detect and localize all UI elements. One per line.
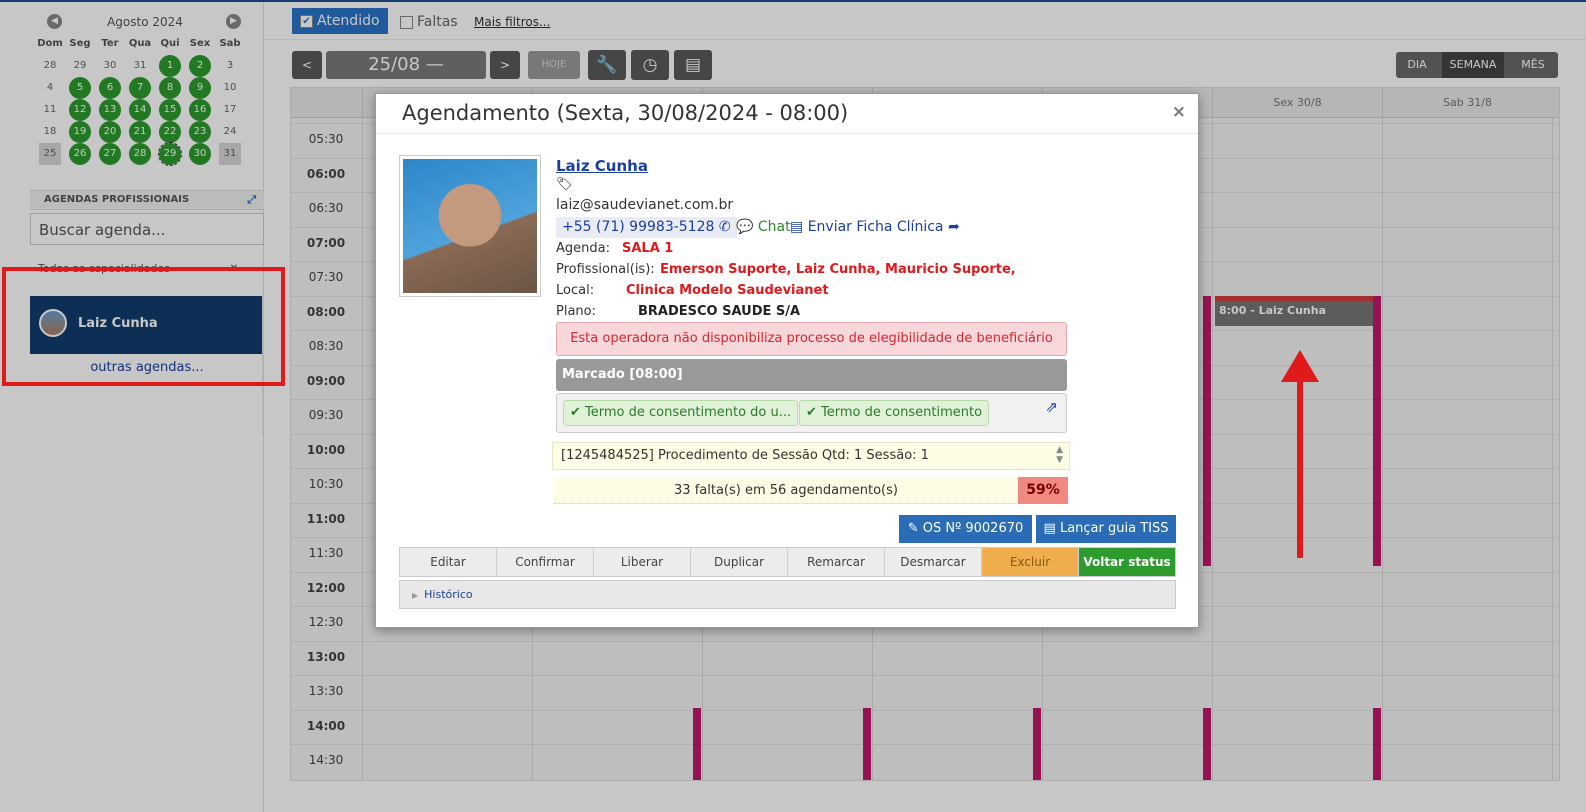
local-value: Clinica Modelo Saudevianet: [626, 283, 829, 298]
lancar-tiss-button[interactable]: ▤ Lançar guia TISS: [1036, 515, 1176, 543]
action-button-remarcar[interactable]: Remarcar: [788, 548, 885, 576]
termo-consentimento-badge[interactable]: ✔ Termo de consentimento: [799, 400, 990, 426]
action-button-excluir[interactable]: Excluir: [982, 548, 1079, 576]
action-button-editar[interactable]: Editar: [400, 548, 497, 576]
share-icon: ➦: [947, 219, 960, 235]
send-ficha-link[interactable]: ▤ Enviar Ficha Clínica ➦: [790, 219, 960, 235]
patient-name-link[interactable]: Laiz Cunha: [556, 157, 648, 175]
faltas-percentage: 59%: [1018, 477, 1068, 504]
chat-link[interactable]: 💬 Chat: [736, 219, 791, 235]
action-button-voltar-status[interactable]: Voltar status: [1079, 548, 1175, 576]
edit-icon: ✎: [907, 521, 919, 536]
tags-icon[interactable]: 🏷: [556, 177, 573, 192]
termo-uso-label: Termo de consentimento do u...: [585, 405, 792, 420]
termo-consentimento-label: Termo de consentimento: [821, 405, 983, 420]
chat-icon: 💬: [736, 219, 754, 235]
patient-email: laiz@saudevianet.com.br: [556, 197, 734, 213]
spinner-arrows-icon[interactable]: ▲ ▼: [1056, 445, 1063, 465]
patient-photo: [399, 155, 541, 297]
action-button-duplicar[interactable]: Duplicar: [691, 548, 788, 576]
close-icon[interactable]: ×: [1172, 102, 1186, 122]
chat-label: Chat: [757, 219, 791, 235]
action-button-confirmar[interactable]: Confirmar: [497, 548, 594, 576]
profissionais-label: Profissional(is):: [556, 262, 655, 277]
phone-number: +55 (71) 99983-5128: [562, 219, 715, 235]
procedimento-text: [1245484525] Procedimento de Sessão Qtd:…: [561, 448, 929, 463]
tiss-label: Lançar guia TISS: [1059, 521, 1169, 536]
action-button-desmarcar[interactable]: Desmarcar: [885, 548, 982, 576]
send-ficha-label: Enviar Ficha Clínica: [807, 219, 944, 235]
list-icon: ▤: [1043, 521, 1056, 536]
caret-right-icon: ▶: [412, 591, 419, 600]
external-link-icon[interactable]: ⇗: [1045, 398, 1058, 416]
annotation-arrow-head-icon: [1281, 350, 1319, 382]
historico-section[interactable]: ▶ Histórico: [399, 580, 1176, 609]
agenda-label: Agenda:: [556, 241, 610, 256]
action-bar: Editar Confirmar Liberar Duplicar Remarcar De…: [399, 547, 1176, 577]
operadora-alert: Esta operadora não disponibiliza process…: [556, 322, 1067, 356]
annotation-arrow-line: [1297, 376, 1303, 558]
whatsapp-icon: ✆: [718, 219, 731, 235]
list-icon: ▤: [790, 219, 804, 235]
agenda-value: SALA 1: [622, 241, 674, 256]
faltas-summary: 33 falta(s) em 56 agendamento(s): [554, 477, 1018, 504]
appointment-modal: Agendamento (Sexta, 30/08/2024 - 08:00) …: [375, 93, 1199, 628]
check-icon: ✔: [570, 405, 581, 420]
annotation-box-sidebar: [2, 267, 285, 386]
os-button[interactable]: ✎ OS Nº 9002670: [899, 515, 1032, 543]
procedimento-field[interactable]: [1245484525] Procedimento de Sessão Qtd:…: [552, 442, 1070, 470]
check-icon: ✔: [806, 405, 817, 420]
action-button-liberar[interactable]: Liberar: [594, 548, 691, 576]
historico-label: Histórico: [424, 588, 473, 601]
termos-panel: ✔ Termo de consentimento do u... ✔ Termo…: [556, 393, 1067, 433]
os-label: OS Nº 9002670: [922, 521, 1024, 536]
modal-title: Agendamento (Sexta, 30/08/2024 - 08:00): [402, 101, 849, 125]
local-label: Local:: [556, 283, 595, 298]
profissionais-value: Emerson Suporte, Laiz Cunha, Mauricio Su…: [660, 262, 1016, 277]
appointment-status: Marcado [08:00]: [556, 359, 1067, 391]
modal-header: Agendamento (Sexta, 30/08/2024 - 08:00) …: [376, 94, 1198, 134]
patient-phone[interactable]: +55 (71) 99983-5128 ✆: [556, 217, 737, 238]
plano-label: Plano:: [556, 304, 596, 319]
plano-value: BRADESCO SAUDE S/A: [638, 304, 801, 319]
termo-uso-badge[interactable]: ✔ Termo de consentimento do u...: [563, 400, 799, 426]
